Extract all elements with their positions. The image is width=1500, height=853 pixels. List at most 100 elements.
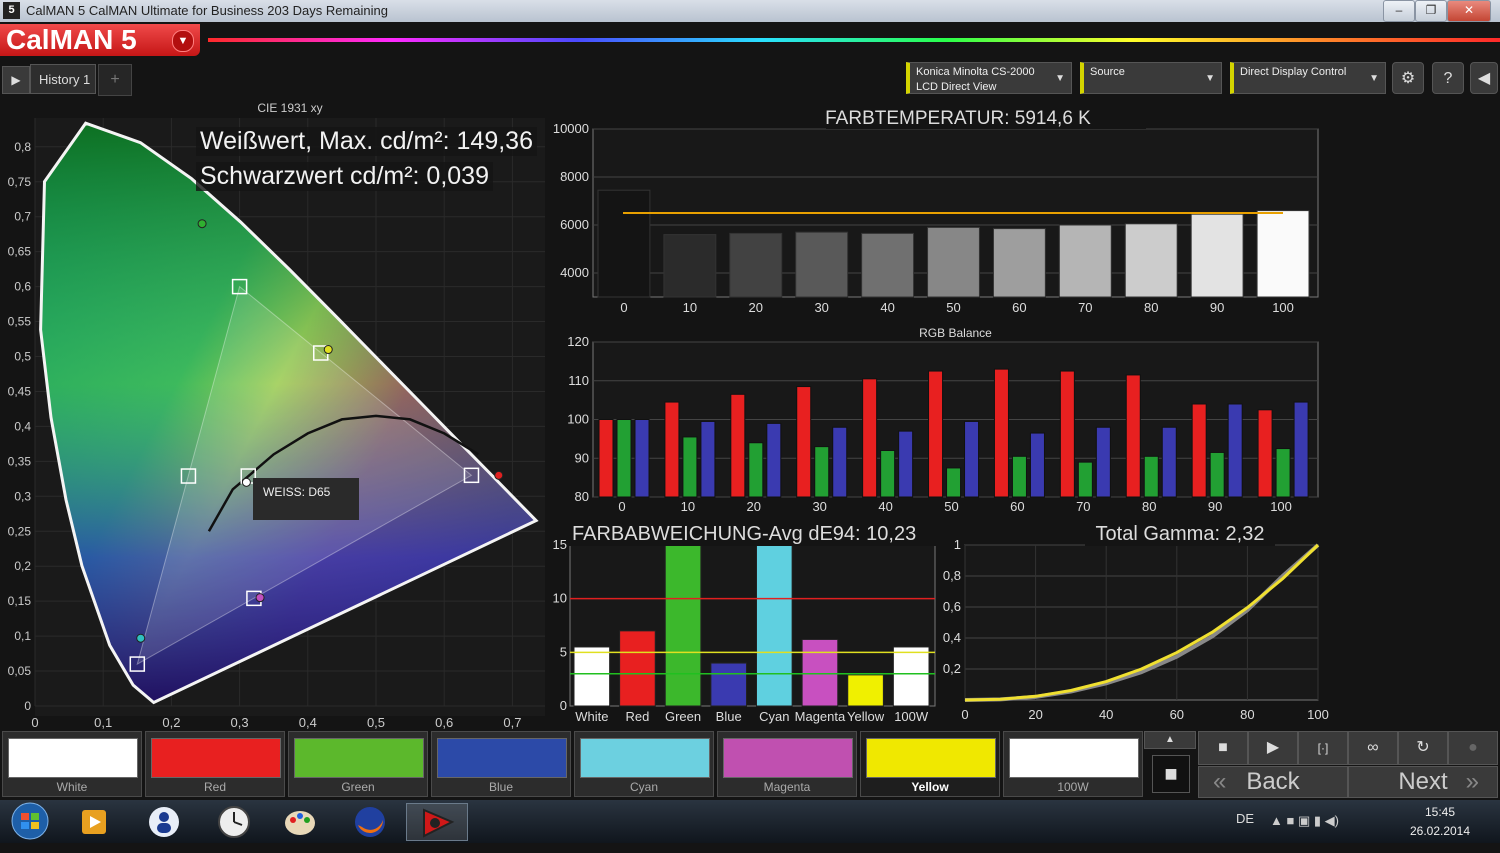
app-logo-menu[interactable]: CalMAN 5 ▼ (0, 24, 200, 56)
rgb-balance-chart: 80 90 100 110 120 0 10 20 30 40 50 60 70 80 90 100 RGB B… (567, 326, 1319, 514)
collapse-icon[interactable]: ◀ (1470, 62, 1498, 94)
system-tray[interactable]: ▲ ■ ▣ ▮ ◀) (1270, 813, 1339, 829)
record-icon[interactable]: ● (1448, 731, 1498, 765)
swatch-color (151, 738, 281, 778)
paint-icon[interactable] (272, 803, 328, 841)
x-tick: 10 (683, 300, 697, 315)
swatch-blue[interactable]: Blue (431, 731, 571, 797)
chart-title: FARBTEMPERATUR: 5914,6 K (825, 108, 1091, 129)
bar-90 (1190, 213, 1244, 298)
next-button[interactable]: Next » (1348, 766, 1498, 798)
x-tick: 80 (1142, 499, 1156, 514)
x-tick: 100 (1307, 707, 1329, 722)
bar-20 (766, 422, 782, 498)
source-dropdown[interactable]: Source ▼ (1080, 62, 1222, 94)
y-tick: 8000 (560, 169, 589, 184)
cie-y-tick: 0,4 (14, 419, 31, 433)
swatch-100w[interactable]: 100W (1003, 731, 1143, 797)
delta-e-chart: 0 5 10 15 White Red Green Blue Cyan Magenta Yellow… (553, 520, 938, 724)
x-tick: 50 (944, 499, 958, 514)
bar-60 (992, 228, 1046, 298)
stop-button[interactable]: ■ (1152, 755, 1190, 793)
swatch-red[interactable]: Red (145, 731, 285, 797)
fit-icon[interactable]: [·] (1298, 731, 1348, 765)
x-tick: 20 (1028, 707, 1042, 722)
y-tick: 120 (567, 334, 589, 349)
bar-20 (730, 393, 746, 498)
up-arrow-icon[interactable]: ▲ (1144, 731, 1196, 749)
y-tick: 6000 (560, 217, 589, 232)
next-label: Next (1398, 768, 1448, 795)
display-dropdown[interactable]: Direct Display Control ▼ (1230, 62, 1386, 94)
bar-White (573, 646, 611, 707)
y-tick: 4000 (560, 265, 589, 280)
swatch-label: Green (341, 780, 375, 794)
swatch-color (866, 738, 996, 778)
bar-50 (964, 420, 980, 498)
bar-80 (1124, 223, 1178, 298)
bar-30 (796, 386, 812, 498)
white-point-label: WEISS: D65 (253, 478, 359, 520)
cie-y-tick: 0,1 (14, 629, 31, 643)
cie-x-tick: 0,2 (162, 715, 180, 730)
swatch-label: Red (203, 780, 226, 794)
bar-50 (927, 226, 980, 298)
meter-dropdown[interactable]: Konica Minolta CS-2000 LCD Direct View ▼ (906, 62, 1072, 94)
back-button[interactable]: « Back (1198, 766, 1348, 798)
firefox-icon[interactable] (342, 803, 398, 841)
x-tick: 90 (1210, 300, 1224, 315)
help-icon[interactable]: ? (1432, 62, 1464, 94)
close-button[interactable]: ✕ (1447, 0, 1491, 22)
x-tick: 60 (1170, 707, 1184, 722)
swatch-white[interactable]: White (2, 731, 142, 797)
tab-history[interactable]: History 1 (30, 64, 96, 94)
x-tick: 20 (747, 499, 761, 514)
clock-time[interactable]: 15:45 (1400, 805, 1480, 819)
x-tick: 80 (1240, 707, 1254, 722)
swatch-color (1009, 738, 1139, 778)
maximize-button[interactable]: ❐ (1415, 0, 1447, 22)
swatch-color (580, 738, 710, 778)
loop-icon[interactable]: ∞ (1348, 731, 1398, 765)
refresh-icon[interactable]: ↻ (1398, 731, 1448, 765)
chevron-down-icon[interactable]: ▼ (172, 30, 194, 52)
add-tab-button[interactable]: + (98, 64, 132, 96)
clock-date[interactable]: 26.02.2014 (1400, 824, 1480, 838)
cie-y-tick: 0,75 (8, 175, 32, 189)
swatch-magenta[interactable]: Magenta (717, 731, 857, 797)
swatch-green[interactable]: Green (288, 731, 428, 797)
media-player-icon[interactable] (66, 803, 122, 841)
cie-x-tick: 0,7 (503, 715, 521, 730)
play-icon[interactable]: ▶ (1248, 731, 1298, 765)
start-button[interactable] (4, 801, 56, 843)
bar-70 (1058, 224, 1112, 298)
minimize-button[interactable]: – (1383, 0, 1415, 22)
swatch-yellow[interactable]: Yellow (860, 731, 1000, 797)
users-icon[interactable] (136, 803, 192, 841)
stop-icon[interactable]: ■ (1198, 731, 1248, 765)
y-tick: 0,2 (943, 661, 961, 676)
bar-40 (861, 232, 915, 298)
gamma-chart: 0,2 0,4 0,6 0,8 1 0 20 40 60 80 100 Total Gamma: 2,… (943, 520, 1329, 722)
play-icon[interactable]: ▶ (2, 66, 30, 94)
source-label: Source (1090, 66, 1125, 78)
x-tick: 60 (1010, 499, 1024, 514)
cie-y-tick: 0,45 (8, 384, 32, 398)
swatch-cyan[interactable]: Cyan (574, 731, 714, 797)
bar-100 (1257, 409, 1273, 498)
swatch-color (437, 738, 567, 778)
y-tick: 15 (553, 537, 567, 552)
calman-taskbar-icon[interactable] (406, 803, 468, 841)
settings-icon[interactable]: ⚙ (1392, 62, 1424, 94)
clock-icon[interactable] (206, 803, 262, 841)
cie-y-tick: 0,2 (14, 559, 31, 573)
bar-40 (880, 450, 896, 498)
bar-80 (1161, 426, 1177, 498)
bar-70 (1059, 370, 1075, 498)
logo-text: CalMAN 5 (6, 24, 137, 55)
meter-mode: LCD Direct View (916, 81, 997, 93)
language-indicator[interactable]: DE (1236, 811, 1254, 826)
white-max-readout: Weißwert, Max. cd/m²: 149,36 (196, 127, 537, 156)
bar-90 (1227, 403, 1243, 498)
bar-Red (619, 630, 656, 707)
